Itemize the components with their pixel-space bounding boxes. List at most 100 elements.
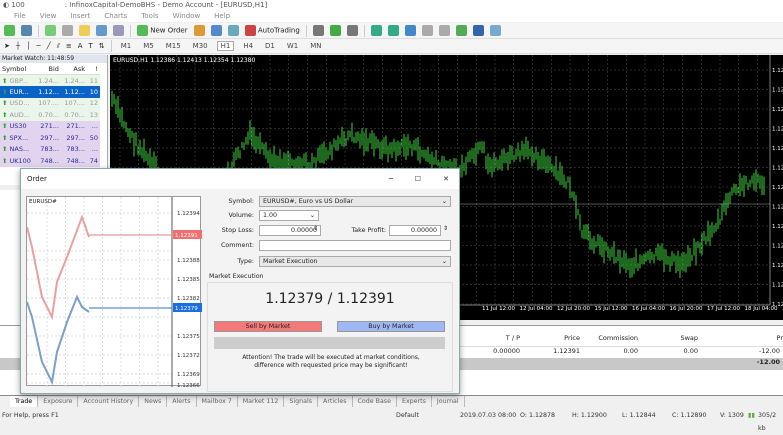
- timeframe-m30[interactable]: M30: [190, 42, 211, 50]
- trendline-icon[interactable]: ╱: [47, 42, 51, 50]
- text-icon[interactable]: A: [78, 42, 83, 50]
- templates-icon[interactable]: [489, 25, 501, 36]
- metaeditor-icon[interactable]: [193, 25, 205, 36]
- symbol-select[interactable]: EURUSD#, Euro vs US Dollar ⌄: [259, 196, 451, 207]
- bar-chart-icon[interactable]: [312, 25, 324, 36]
- status-help: For Help, press F1: [2, 412, 59, 419]
- col-symbol[interactable]: Symbol: [0, 63, 35, 75]
- indicators-icon[interactable]: [455, 25, 467, 36]
- minimize-icon[interactable]: ─: [389, 169, 393, 189]
- menu-tools[interactable]: Tools: [141, 12, 158, 20]
- cursor-icon[interactable]: ➤: [4, 42, 10, 50]
- tab-code-base[interactable]: Code Base: [353, 396, 397, 407]
- menu-window[interactable]: Window: [173, 12, 201, 20]
- market-watch-icon[interactable]: [45, 25, 56, 36]
- col-tp[interactable]: T / P: [460, 334, 520, 342]
- close-icon[interactable]: ✕: [443, 169, 449, 189]
- market-watch-row[interactable]: ⬆ AUD... 0.70... 0.70... 13: [0, 109, 100, 121]
- cell-profit: -12.00: [759, 347, 780, 355]
- take-profit-input[interactable]: 0.00000: [389, 225, 441, 236]
- tab-experts[interactable]: Experts: [397, 396, 432, 407]
- tester-icon[interactable]: [113, 25, 124, 36]
- horizontal-line-icon[interactable]: ─: [36, 42, 40, 50]
- type-select[interactable]: Market Execution ⌄: [259, 256, 451, 267]
- tab-alerts[interactable]: Alerts: [167, 396, 197, 407]
- menu-insert[interactable]: Insert: [70, 12, 90, 20]
- timeframe-m5[interactable]: M5: [140, 42, 157, 50]
- profiles-icon[interactable]: [21, 25, 32, 36]
- chart-shift-icon[interactable]: [438, 25, 450, 36]
- sell-by-market-button[interactable]: Sell by Market: [214, 321, 322, 332]
- tab-signals[interactable]: Signals: [284, 396, 319, 407]
- buy-by-market-button[interactable]: Buy by Market: [337, 321, 445, 332]
- tab-trade[interactable]: Trade: [10, 396, 39, 407]
- standard-toolbar: New Order AutoTrading: [0, 23, 783, 39]
- col-price[interactable]: Price: [520, 334, 580, 342]
- timeframe-mn[interactable]: MN: [307, 42, 324, 50]
- stop-loss-input[interactable]: 0.00000: [259, 225, 321, 236]
- timeframe-h1[interactable]: H1: [216, 41, 235, 51]
- market-watch-row[interactable]: ⬆ USD... 107.... 107.... 12: [0, 97, 100, 109]
- navigator-icon[interactable]: [79, 25, 90, 36]
- market-watch-row[interactable]: ⬆ EUR... 1.12... 1.12... 10: [0, 86, 100, 98]
- zoom-out-icon[interactable]: [387, 25, 399, 36]
- autoscroll-icon[interactable]: [421, 25, 433, 36]
- autotrading-button[interactable]: AutoTrading: [244, 25, 300, 36]
- menu-help[interactable]: Help: [214, 12, 230, 20]
- timeframe-m1[interactable]: M1: [118, 42, 135, 50]
- menu-view[interactable]: View: [40, 12, 57, 20]
- terminal-icon[interactable]: [96, 25, 107, 36]
- new-chart-icon[interactable]: [4, 25, 15, 36]
- tab-account-history[interactable]: Account History: [78, 396, 140, 407]
- timeframe-w1[interactable]: W1: [284, 42, 301, 50]
- tab-mailbox-[interactable]: Mailbox 7: [197, 396, 238, 407]
- tab-market-[interactable]: Market 112: [238, 396, 285, 407]
- time-axis-label: 11 Jul 12:00: [482, 306, 515, 312]
- col-swap[interactable]: Swap: [638, 334, 698, 342]
- menu-charts[interactable]: Charts: [104, 12, 127, 20]
- market-watch-cell: 297...: [66, 133, 85, 142]
- tile-icon[interactable]: [404, 25, 416, 36]
- market-watch-row[interactable]: ⬆ NAS... 783... 783......: [0, 143, 100, 155]
- signals-icon[interactable]: [210, 25, 222, 36]
- stop-loss-spinner[interactable]: ⇕: [313, 225, 318, 232]
- menu-file[interactable]: File: [14, 12, 26, 20]
- channel-icon[interactable]: ⫽: [57, 42, 60, 51]
- arrows-icon[interactable]: ⇅: [99, 42, 105, 50]
- fibonacci-icon[interactable]: ≡: [66, 42, 72, 50]
- maximize-icon[interactable]: ☐: [415, 169, 421, 189]
- periods-icon[interactable]: [472, 25, 484, 36]
- col-spread[interactable]: !: [87, 63, 100, 75]
- vertical-line-icon[interactable]: │: [26, 42, 30, 50]
- tab-articles[interactable]: Articles: [318, 396, 353, 407]
- market-icon[interactable]: [227, 25, 239, 36]
- line-chart-icon[interactable]: [346, 25, 358, 36]
- tab-news[interactable]: News: [139, 396, 168, 407]
- crosshair-icon[interactable]: ┼: [16, 42, 20, 50]
- take-profit-spinner[interactable]: ⇕: [443, 225, 448, 232]
- tab-journal[interactable]: Journal: [432, 396, 465, 407]
- timeframe-m15[interactable]: M15: [163, 42, 184, 50]
- market-watch-row[interactable]: ⬆ UK100 748... 748... 74: [0, 155, 100, 167]
- col-profit[interactable]: Pr: [698, 334, 783, 342]
- tab-exposure[interactable]: Exposure: [38, 396, 79, 407]
- data-window-icon[interactable]: [62, 25, 73, 36]
- zoom-in-icon[interactable]: [370, 25, 382, 36]
- volume-combo[interactable]: 1.00 ⌄: [259, 210, 319, 221]
- col-commission[interactable]: Commission: [580, 334, 638, 342]
- comment-input[interactable]: [259, 240, 451, 251]
- label-icon[interactable]: T: [89, 42, 93, 50]
- col-ask[interactable]: Ask: [61, 63, 87, 75]
- timeframe-h4[interactable]: H4: [240, 42, 256, 50]
- market-watch-cell: 11: [89, 76, 98, 85]
- timeframe-d1[interactable]: D1: [262, 42, 278, 50]
- col-bid[interactable]: Bid: [35, 63, 61, 75]
- market-watch-cell: ⬆ SPX...: [0, 132, 35, 144]
- market-watch-row[interactable]: ⬆ SPX... 297... 297... 50: [0, 132, 100, 144]
- symbol-name: GBP...: [9, 76, 29, 85]
- market-watch-row[interactable]: ⬆ US30 271... 271......: [0, 120, 100, 132]
- market-watch-row[interactable]: ⬆ GBP... 1.24... 1.24... 11: [0, 74, 100, 86]
- candlestick-icon[interactable]: [329, 25, 341, 36]
- new-order-button[interactable]: New Order: [137, 25, 188, 36]
- trade-row[interactable]: 0.00000 1.12391 0.00 0.00 -12.00: [460, 346, 783, 358]
